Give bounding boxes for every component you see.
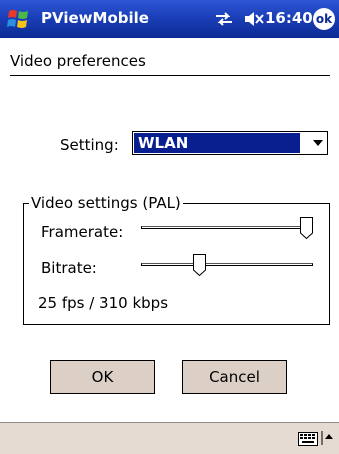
setting-selected-value: WLAN [134,133,300,153]
title-bar: PViewMobile 16:40 ok [0,0,339,38]
framerate-label: Framerate: [41,223,124,241]
setting-dropdown[interactable]: WLAN [132,131,328,155]
bitrate-slider-thumb[interactable] [193,254,207,276]
bottom-menu-bar [0,422,339,454]
bitrate-label: Bitrate: [41,259,97,277]
fps-bitrate-summary: 25 fps / 310 kbps [38,294,169,312]
framerate-slider-thumb[interactable] [300,217,313,239]
clock[interactable]: 16:40 [265,9,313,27]
speaker-muted-icon[interactable] [244,11,264,27]
windows-start-flag-icon[interactable] [6,7,32,31]
ok-button[interactable]: OK [50,360,155,394]
ok-close-button[interactable]: ok [313,8,335,30]
setting-label: Setting: [60,136,119,154]
video-settings-legend: Video settings (PAL) [29,194,183,212]
bitrate-slider-track[interactable] [141,263,313,266]
page-title: Video preferences [10,52,146,70]
app-title: PViewMobile [41,9,149,27]
framerate-slider-track[interactable] [141,226,313,229]
connectivity-arrows-icon[interactable] [214,12,234,26]
keyboard-icon[interactable] [298,432,318,446]
header-divider [10,75,330,76]
up-arrow-icon[interactable] [321,431,333,445]
cancel-button[interactable]: Cancel [182,360,287,394]
chevron-down-icon[interactable] [313,140,323,146]
